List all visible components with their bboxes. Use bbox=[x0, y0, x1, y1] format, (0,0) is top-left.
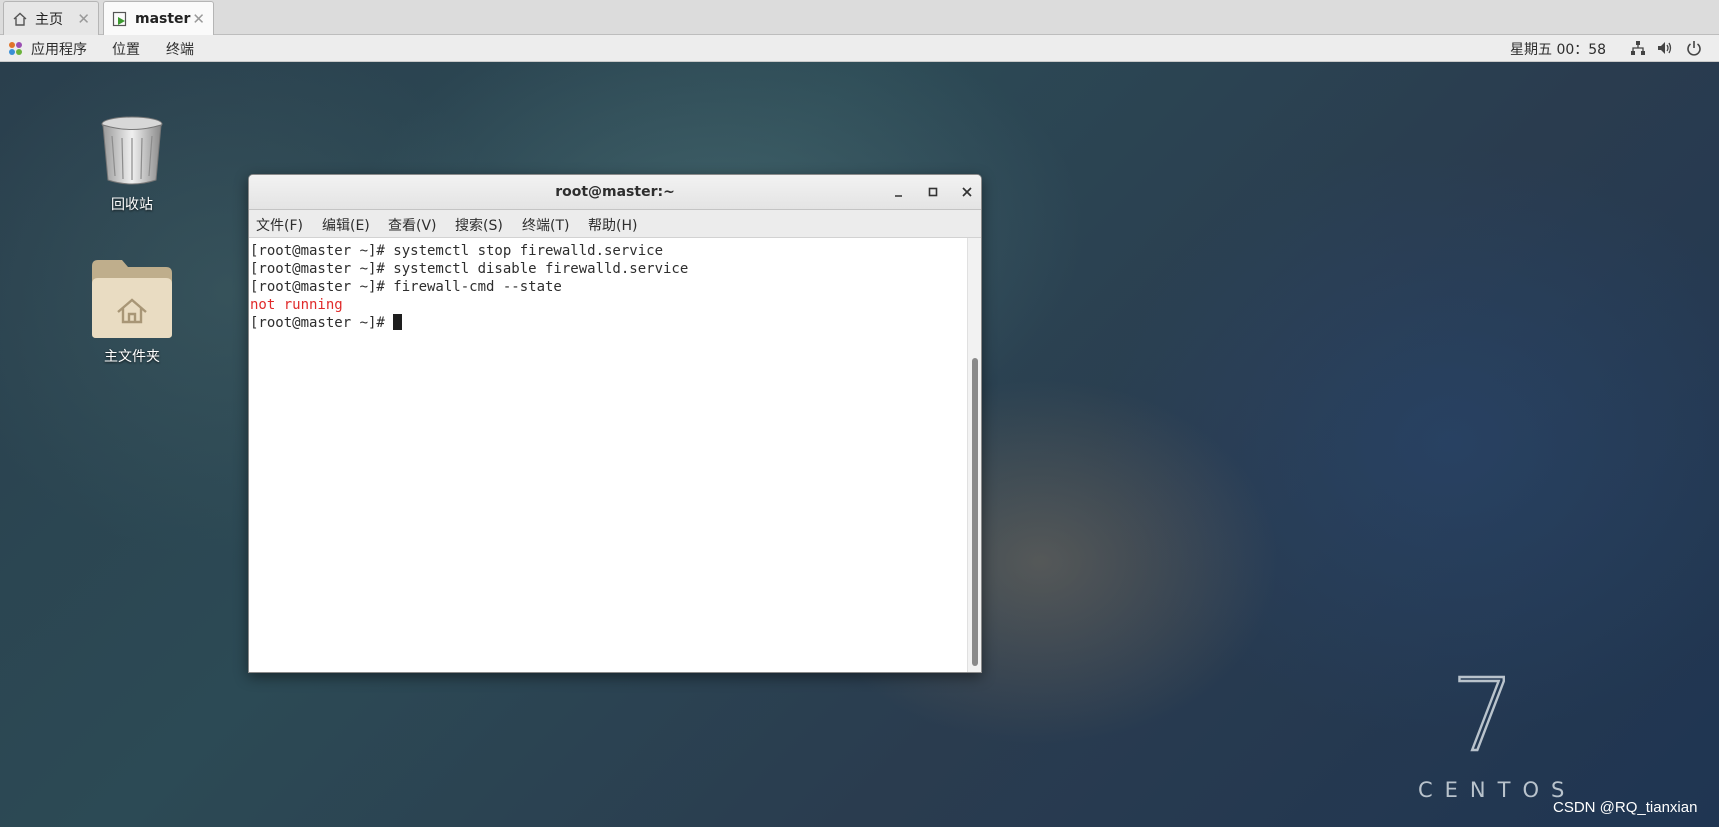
tab-home[interactable]: 主页 ✕ bbox=[3, 1, 99, 35]
desktop-home-folder[interactable]: 主文件夹 bbox=[72, 258, 192, 366]
power-icon[interactable] bbox=[1686, 40, 1702, 60]
csdn-watermark: CSDN @RQ_tianxian bbox=[1553, 799, 1698, 816]
centos-seven-logo: 7 bbox=[1450, 670, 1516, 760]
terminal-app-menu[interactable]: 终端 bbox=[166, 39, 194, 59]
terminal-titlebar[interactable]: root@master:~ bbox=[249, 175, 981, 210]
clock[interactable]: 星期五 00：58 bbox=[1510, 39, 1606, 59]
terminal-line: [root@master ~]# systemctl disable firew… bbox=[250, 261, 689, 277]
menu-edit[interactable]: 编辑(E) bbox=[322, 215, 370, 235]
home-icon bbox=[12, 11, 28, 27]
maximize-button[interactable] bbox=[924, 183, 942, 201]
menu-search[interactable]: 搜索(S) bbox=[455, 215, 503, 235]
menu-help[interactable]: 帮助(H) bbox=[588, 215, 637, 235]
trash-icon bbox=[101, 116, 163, 185]
terminal-output[interactable]: [root@master ~]# systemctl stop firewall… bbox=[249, 238, 965, 672]
minimize-button[interactable] bbox=[890, 183, 908, 201]
terminal-title: root@master:~ bbox=[555, 184, 675, 200]
home-folder-icon bbox=[92, 260, 172, 338]
centos-seven-text: 7 bbox=[1451, 670, 1515, 760]
minimize-icon bbox=[895, 195, 902, 197]
volume-icon[interactable] bbox=[1657, 40, 1673, 60]
terminal-error-line: not running bbox=[250, 297, 343, 313]
vm-tab-bar: 主页 ✕ master ✕ bbox=[0, 0, 1719, 35]
menu-terminal[interactable]: 终端(T) bbox=[522, 215, 569, 235]
terminal-window: root@master:~ 文件(F) 编辑(E) 查看(V) 搜索(S) 终端… bbox=[248, 174, 982, 673]
terminal-prompt-line: [root@master ~]# bbox=[250, 314, 965, 332]
scrollbar-thumb[interactable] bbox=[972, 358, 978, 666]
close-icon bbox=[962, 187, 972, 197]
tab-home-label: 主页 bbox=[35, 11, 63, 28]
close-button[interactable] bbox=[958, 183, 976, 201]
top-panel: 应用程序 位置 终端 星期五 00：58 bbox=[0, 35, 1719, 62]
menu-file[interactable]: 文件(F) bbox=[256, 215, 303, 235]
applications-menu[interactable]: 应用程序 bbox=[31, 39, 87, 59]
desktop-home-folder-label: 主文件夹 bbox=[104, 349, 160, 365]
tab-home-close-icon[interactable]: ✕ bbox=[77, 10, 90, 28]
desktop-trash-label: 回收站 bbox=[111, 197, 153, 213]
maximize-icon bbox=[928, 187, 938, 197]
places-menu[interactable]: 位置 bbox=[112, 39, 140, 59]
terminal-menubar: 文件(F) 编辑(E) 查看(V) 搜索(S) 终端(T) 帮助(H) bbox=[249, 210, 981, 238]
terminal-prompt: [root@master ~]# bbox=[250, 315, 394, 331]
terminal-cursor bbox=[393, 314, 403, 330]
desktop-trash[interactable]: 回收站 bbox=[72, 114, 192, 214]
applications-icon bbox=[8, 41, 23, 56]
vm-running-icon bbox=[112, 11, 128, 27]
tab-master-close-icon[interactable]: ✕ bbox=[192, 10, 205, 28]
network-icon[interactable] bbox=[1630, 40, 1646, 60]
terminal-line: [root@master ~]# firewall-cmd --state bbox=[250, 279, 562, 295]
tab-master-label: master bbox=[135, 10, 191, 27]
tab-master[interactable]: master ✕ bbox=[103, 1, 214, 35]
terminal-line: [root@master ~]# systemctl stop firewall… bbox=[250, 243, 664, 259]
terminal-scrollbar[interactable] bbox=[967, 238, 981, 672]
menu-view[interactable]: 查看(V) bbox=[388, 215, 437, 235]
